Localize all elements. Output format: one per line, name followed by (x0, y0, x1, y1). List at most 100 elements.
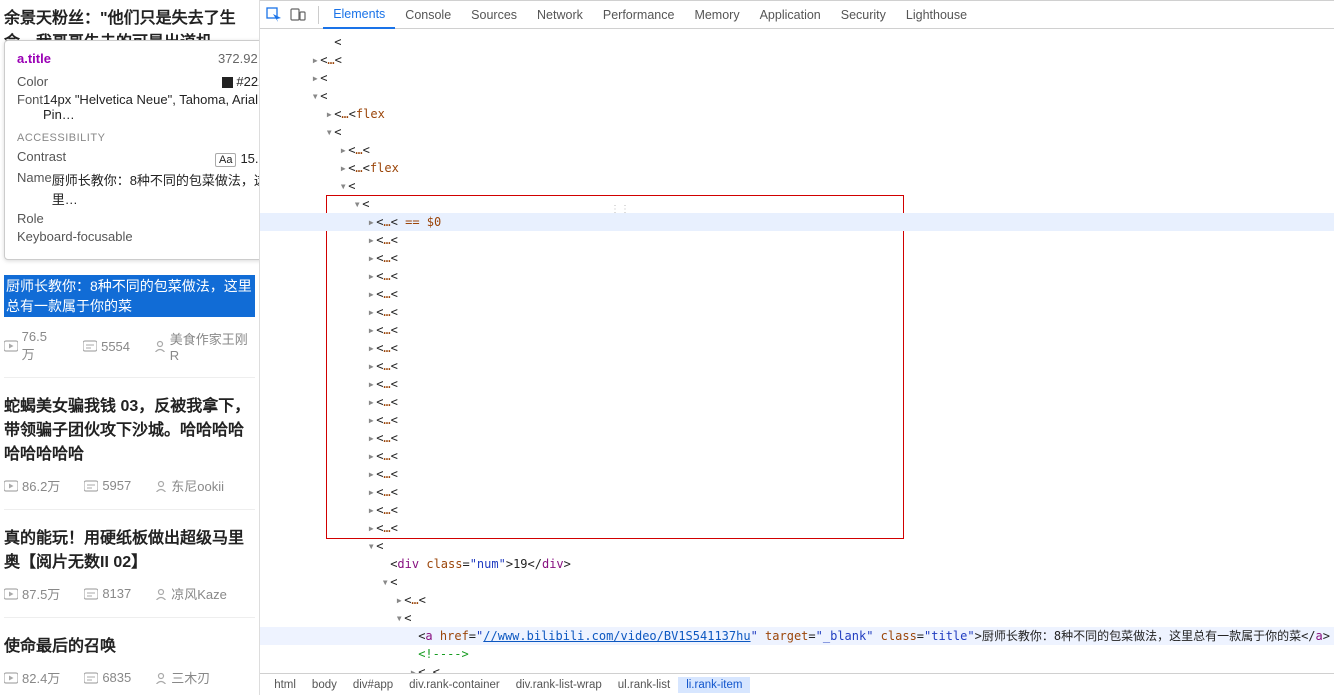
dom-node[interactable]: ▸<…< (260, 249, 1334, 267)
dom-node[interactable]: ▸<…< (260, 303, 1334, 321)
expand-arrow-icon[interactable]: ▸ (366, 321, 376, 339)
expand-arrow-icon[interactable]: ▸ (366, 213, 376, 231)
devtools-tab-lighthouse[interactable]: Lighthouse (896, 1, 977, 29)
devtools-tab-elements[interactable]: Elements (323, 1, 395, 29)
dom-node[interactable]: ▸<…< (260, 501, 1334, 519)
devtools-tab-network[interactable]: Network (527, 1, 593, 29)
expand-arrow-icon[interactable]: ▸ (366, 303, 376, 321)
expand-arrow-icon[interactable]: ▸ (366, 465, 376, 483)
expand-arrow-icon[interactable]: ▸ (366, 357, 376, 375)
expand-arrow-icon[interactable]: ▸ (338, 159, 348, 177)
dom-node[interactable]: ▾< (260, 609, 1334, 627)
devtools-tab-security[interactable]: Security (831, 1, 896, 29)
devtools-tab-console[interactable]: Console (395, 1, 461, 29)
device-toggle-icon[interactable] (290, 7, 306, 23)
dom-node[interactable]: ▸<…< (260, 357, 1334, 375)
dom-node[interactable]: ▸<…< (260, 393, 1334, 411)
expand-arrow-icon[interactable]: ▸ (366, 429, 376, 447)
expand-arrow-icon[interactable]: ▸ (366, 411, 376, 429)
expand-arrow-icon[interactable]: ▾ (366, 537, 376, 555)
dom-node[interactable]: ▾< (260, 123, 1334, 141)
dom-node[interactable]: ▸<…< (260, 51, 1334, 69)
author-stat[interactable]: 三木刃 (155, 668, 210, 687)
dom-node[interactable]: ▸<…< (260, 483, 1334, 501)
expand-arrow-icon[interactable]: ▸ (366, 231, 376, 249)
expand-arrow-icon[interactable]: ▸ (366, 249, 376, 267)
expand-arrow-icon[interactable]: ▸ (366, 285, 376, 303)
expand-arrow-icon[interactable]: ▸ (394, 591, 404, 609)
breadcrumb-item[interactable]: div.rank-list-wrap (508, 677, 610, 693)
expand-arrow-icon[interactable]: ▸ (366, 375, 376, 393)
expand-arrow-icon[interactable]: ▾ (380, 573, 390, 591)
dom-node[interactable]: ▸<…<flex (260, 159, 1334, 177)
dom-node[interactable]: ▾< (260, 537, 1334, 555)
expand-arrow-icon[interactable]: ▾ (324, 123, 334, 141)
dom-tree[interactable]: <▸<…<▸<▾<▸<…<flex▾<▸<…<▸<…<flex▾<▾<▸<…< … (260, 29, 1334, 673)
breadcrumb-item[interactable]: li.rank-item (678, 677, 750, 693)
breadcrumb-item[interactable]: div#app (345, 677, 401, 693)
entry-title[interactable]: 使命最后的召唤 (4, 632, 255, 656)
dom-node[interactable]: ▾< (260, 573, 1334, 591)
entry-title[interactable]: 蛇蝎美女骗我钱 03，反被我拿下，带领骗子团伙攻下沙城。哈哈哈哈哈哈哈哈哈 (4, 392, 255, 464)
dom-node[interactable]: ▾< (260, 87, 1334, 105)
author-stat[interactable]: 美食作家王刚R (154, 329, 255, 363)
devtools-tab-bar: ElementsConsoleSourcesNetworkPerformance… (260, 1, 1334, 29)
dom-node[interactable]: < (260, 33, 1334, 51)
dom-node[interactable]: ▸<…< (260, 465, 1334, 483)
dom-node[interactable]: ▸<…< == $0 (260, 213, 1334, 231)
breadcrumb-item[interactable]: body (304, 677, 345, 693)
dom-node[interactable]: ▸<…< (260, 447, 1334, 465)
dom-node[interactable]: <!----> (260, 645, 1334, 663)
author-stat[interactable]: 凉风Kaze (155, 584, 227, 603)
dom-node[interactable]: ▸<…< (260, 519, 1334, 537)
dom-node[interactable]: ▸<…< (260, 663, 1334, 673)
expand-arrow-icon[interactable]: ▸ (408, 663, 418, 673)
dom-node[interactable]: ▸<…< (260, 411, 1334, 429)
highlighted-link-title[interactable]: 厨师长教你：8种不同的包菜做法，这里总有一款属于你的菜 (4, 275, 255, 317)
devtools-tab-sources[interactable]: Sources (461, 1, 527, 29)
expand-arrow-icon[interactable]: ▸ (366, 519, 376, 537)
dom-node[interactable]: ▸<…<flex (260, 105, 1334, 123)
devtools-tab-application[interactable]: Application (750, 1, 831, 29)
flex-badge[interactable]: flex (370, 161, 399, 175)
dom-breadcrumb[interactable]: htmlbodydiv#appdiv.rank-containerdiv.ran… (260, 673, 1334, 695)
expand-arrow-icon[interactable]: ▾ (338, 177, 348, 195)
expand-arrow-icon[interactable]: ▸ (366, 339, 376, 357)
expand-arrow-icon[interactable]: ▸ (366, 393, 376, 411)
dom-node[interactable]: ▸<…< (260, 339, 1334, 357)
dom-node[interactable]: ▸<…< (260, 429, 1334, 447)
devtools-tab-memory[interactable]: Memory (684, 1, 749, 29)
dom-node[interactable]: ▸<…< (260, 321, 1334, 339)
dom-node[interactable]: ▸< (260, 69, 1334, 87)
dom-node[interactable]: <div class="num">19</div> (260, 555, 1334, 573)
tooltip-kf-label: Keyboard-focusable (17, 229, 133, 246)
entry-title[interactable]: 真的能玩！用硬纸板做出超级马里奥【阅片无数II 02】 (4, 524, 255, 572)
expand-arrow-icon[interactable]: ▾ (394, 609, 404, 627)
expand-arrow-icon[interactable]: ▸ (338, 141, 348, 159)
expand-arrow-icon[interactable]: ▸ (324, 105, 334, 123)
dom-node[interactable]: <a href="//www.bilibili.com/video/BV1S54… (260, 627, 1334, 645)
breadcrumb-item[interactable]: div.rank-container (401, 677, 508, 693)
dom-node[interactable]: ▸<…< (260, 141, 1334, 159)
expand-arrow-icon[interactable]: ▸ (366, 267, 376, 285)
expand-arrow-icon[interactable]: ▸ (366, 483, 376, 501)
expand-arrow-icon[interactable]: ▸ (310, 69, 320, 87)
devtools-tab-performance[interactable]: Performance (593, 1, 685, 29)
dom-node[interactable]: ▾< (260, 177, 1334, 195)
dom-node[interactable]: ▸<…< (260, 231, 1334, 249)
breadcrumb-item[interactable]: ul.rank-list (610, 677, 678, 693)
expand-arrow-icon[interactable]: ▸ (366, 501, 376, 519)
expand-arrow-icon[interactable]: ▸ (310, 51, 320, 69)
author-stat[interactable]: 东尼ookii (155, 476, 224, 495)
dom-node[interactable]: ▸<…< (260, 375, 1334, 393)
dom-node[interactable]: ▸<…< (260, 591, 1334, 609)
dom-node[interactable]: ▸<…< (260, 285, 1334, 303)
dom-node[interactable]: ▾< (260, 195, 1334, 213)
breadcrumb-item[interactable]: html (266, 677, 304, 693)
expand-arrow-icon[interactable]: ▸ (366, 447, 376, 465)
flex-badge[interactable]: flex (356, 107, 385, 121)
inspect-icon[interactable] (266, 7, 282, 23)
expand-arrow-icon[interactable]: ▾ (352, 195, 362, 213)
dom-node[interactable]: ▸<…< (260, 267, 1334, 285)
expand-arrow-icon[interactable]: ▾ (310, 87, 320, 105)
